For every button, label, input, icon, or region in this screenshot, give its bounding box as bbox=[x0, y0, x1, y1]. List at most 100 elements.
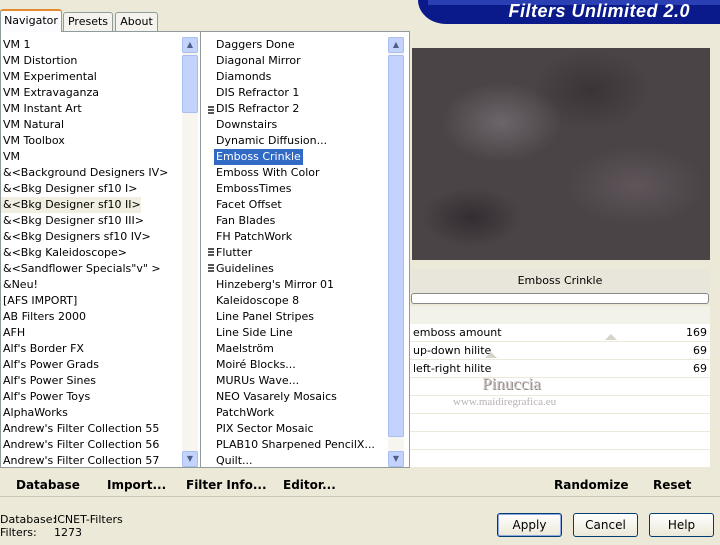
category-item[interactable]: Alf's Power Toys bbox=[1, 389, 90, 405]
category-item[interactable]: VM Experimental bbox=[1, 69, 97, 85]
param-row-emboss-amount[interactable]: emboss amount 169 bbox=[410, 324, 710, 342]
scroll-up-icon[interactable]: ▲ bbox=[182, 37, 198, 53]
category-item[interactable]: Alf's Border FX bbox=[1, 341, 84, 357]
database-value: ICNET-Filters bbox=[54, 513, 123, 526]
filter-item[interactable]: Maelström bbox=[214, 341, 274, 357]
filter-item[interactable]: PLAB10 Sharpened PencilX... bbox=[214, 437, 375, 453]
filter-item[interactable]: Diagonal Mirror bbox=[214, 53, 301, 69]
filter-item[interactable]: PatchWork bbox=[214, 405, 274, 421]
filter-item[interactable]: Moiré Blocks... bbox=[214, 357, 296, 373]
apply-button[interactable]: Apply bbox=[497, 513, 562, 537]
param-row-empty bbox=[410, 414, 710, 432]
slider-marker-icon bbox=[605, 334, 617, 340]
category-item[interactable]: Alf's Power Sines bbox=[1, 373, 96, 389]
category-item[interactable]: VM Extravaganza bbox=[1, 85, 99, 101]
category-item[interactable]: AlphaWorks bbox=[1, 405, 68, 421]
filter-list[interactable]: Daggers Done Diagonal Mirror Diamonds DIS R… bbox=[214, 32, 386, 467]
category-item[interactable]: &Neu! bbox=[1, 277, 38, 293]
filter-item[interactable]: EmbossTimes bbox=[214, 181, 292, 197]
filter-item[interactable]: NEO Vasarely Mosaics bbox=[214, 389, 337, 405]
tab-navigator[interactable]: Navigator bbox=[0, 9, 62, 32]
scroll-thumb[interactable] bbox=[182, 55, 198, 113]
filter-item[interactable]: Quilt... bbox=[214, 453, 253, 467]
filters-count-value: 1273 bbox=[54, 526, 82, 539]
param-label: emboss amount bbox=[413, 326, 502, 339]
filter-item[interactable]: FH PatchWork bbox=[214, 229, 292, 245]
app-title: Filters Unlimited 2.0 bbox=[508, 1, 690, 21]
scroll-down-icon[interactable]: ▼ bbox=[182, 451, 198, 467]
tab-about[interactable]: About bbox=[115, 12, 158, 31]
cancel-button[interactable]: Cancel bbox=[573, 513, 638, 537]
filter-item[interactable]: Facet Offset bbox=[214, 197, 282, 213]
filter-item[interactable]: Line Panel Stripes bbox=[214, 309, 314, 325]
filter-item[interactable]: Fan Blades bbox=[214, 213, 275, 229]
help-button[interactable]: Help bbox=[649, 513, 714, 537]
category-item[interactable]: VM bbox=[1, 149, 20, 165]
reset-button[interactable]: Reset bbox=[653, 476, 691, 494]
category-scrollbar[interactable]: ▲ ▼ bbox=[182, 37, 198, 467]
category-item[interactable]: VM Distortion bbox=[1, 53, 77, 69]
parameter-panel: emboss amount 169 up-down hilite 69 left… bbox=[410, 306, 710, 468]
filter-item[interactable]: Flutter bbox=[214, 245, 252, 261]
category-item[interactable]: AB Filters 2000 bbox=[1, 309, 86, 325]
category-item[interactable]: &<Bkg Designer sf10 I> bbox=[1, 181, 138, 197]
param-value: 69 bbox=[693, 344, 707, 357]
list-divider bbox=[200, 32, 201, 467]
database-label: Database: bbox=[0, 513, 57, 526]
filter-item[interactable]: Guidelines bbox=[214, 261, 274, 277]
filter-item[interactable]: Emboss With Color bbox=[214, 165, 320, 181]
filter-item[interactable]: DIS Refractor 2 bbox=[214, 101, 299, 117]
grip-icon bbox=[208, 264, 214, 274]
filter-scrollbar[interactable]: ▲ ▼ bbox=[388, 37, 404, 467]
param-row-up-down-hilite[interactable]: up-down hilite 69 bbox=[410, 342, 710, 360]
category-item[interactable]: &<Bkg Kaleidoscope> bbox=[1, 245, 127, 261]
param-value: 169 bbox=[686, 326, 707, 339]
category-item[interactable]: Alf's Power Grads bbox=[1, 357, 99, 373]
grip-icon bbox=[208, 106, 214, 116]
category-item[interactable]: AFH bbox=[1, 325, 25, 341]
import-button[interactable]: Import... bbox=[107, 476, 166, 494]
slider-marker-icon bbox=[485, 352, 497, 358]
category-item[interactable]: Andrew's Filter Collection 56 bbox=[1, 437, 159, 453]
filter-item[interactable]: Diamonds bbox=[214, 69, 271, 85]
category-item[interactable]: &<Bkg Designer sf10 II> bbox=[1, 197, 141, 213]
category-item[interactable]: &<Background Designers IV> bbox=[1, 165, 168, 181]
category-item[interactable]: Andrew's Filter Collection 55 bbox=[1, 421, 159, 437]
randomize-button[interactable]: Randomize bbox=[554, 476, 628, 494]
filter-item[interactable]: Kaleidoscope 8 bbox=[214, 293, 299, 309]
filter-item[interactable]: Daggers Done bbox=[214, 37, 295, 53]
filter-item[interactable]: Dynamic Diffusion... bbox=[214, 133, 327, 149]
editor-button[interactable]: Editor... bbox=[283, 476, 336, 494]
progress-bar bbox=[411, 293, 709, 304]
scroll-up-icon[interactable]: ▲ bbox=[388, 37, 404, 53]
grip-icon bbox=[208, 248, 214, 258]
scroll-thumb[interactable] bbox=[388, 55, 404, 437]
category-list[interactable]: VM 1 VM Distortion VM Experimental VM Extra… bbox=[1, 32, 181, 467]
category-item[interactable]: &<Bkg Designer sf10 III> bbox=[1, 213, 144, 229]
filter-info-button[interactable]: Filter Info... bbox=[186, 476, 267, 494]
navigator-panel: VM 1 VM Distortion VM Experimental VM Extra… bbox=[0, 31, 410, 468]
category-item[interactable]: VM Natural bbox=[1, 117, 64, 133]
category-item[interactable]: VM Toolbox bbox=[1, 133, 65, 149]
filter-item[interactable]: MURUs Wave... bbox=[214, 373, 299, 389]
param-row-left-right-hilite[interactable]: left-right hilite 69 bbox=[410, 360, 710, 378]
category-item[interactable]: &<Bkg Designers sf10 IV> bbox=[1, 229, 151, 245]
tab-presets[interactable]: Presets bbox=[63, 12, 113, 31]
filter-item[interactable]: Hinzeberg's Mirror 01 bbox=[214, 277, 334, 293]
database-button[interactable]: Database bbox=[16, 476, 80, 494]
filter-name-label: Emboss Crinkle bbox=[410, 269, 710, 293]
category-item[interactable]: Andrew's Filter Collection 57 bbox=[1, 453, 159, 467]
category-item[interactable]: VM 1 bbox=[1, 37, 31, 53]
filters-count-label: Filters: bbox=[0, 526, 37, 539]
category-item[interactable]: &<Sandflower Specials"v" > bbox=[1, 261, 161, 277]
filter-item[interactable]: Downstairs bbox=[214, 117, 277, 133]
category-item[interactable]: [AFS IMPORT] bbox=[1, 293, 77, 309]
filter-item[interactable]: DIS Refractor 1 bbox=[214, 85, 299, 101]
watermark-name: Pinuccia bbox=[482, 374, 541, 393]
param-row-empty bbox=[410, 432, 710, 450]
category-item[interactable]: VM Instant Art bbox=[1, 101, 82, 117]
scroll-down-icon[interactable]: ▼ bbox=[388, 451, 404, 467]
filter-item[interactable]: PIX Sector Mosaic bbox=[214, 421, 314, 437]
filter-item[interactable]: Line Side Line bbox=[214, 325, 293, 341]
filter-item[interactable]: Emboss Crinkle bbox=[214, 149, 303, 165]
